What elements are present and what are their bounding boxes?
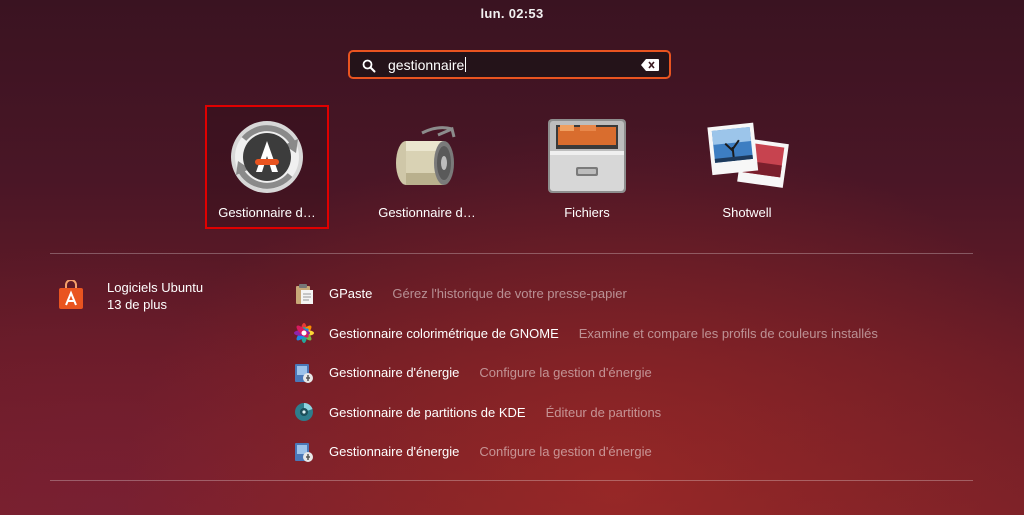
result-power-manager[interactable]: Gestionnaire d'énergie Configure la gest… bbox=[293, 353, 993, 393]
divider bbox=[50, 480, 973, 481]
clear-search-icon[interactable] bbox=[641, 59, 659, 71]
search-icon bbox=[362, 59, 376, 73]
result-name: GPaste bbox=[329, 286, 373, 302]
app-tile-files[interactable]: Fichiers bbox=[525, 105, 649, 229]
result-gpaste[interactable]: GPaste Gérez l'historique de votre press… bbox=[293, 274, 993, 314]
clipboard-icon bbox=[296, 283, 313, 304]
search-input[interactable]: gestionnaire bbox=[388, 57, 466, 73]
result-power-manager[interactable]: Gestionnaire d'énergie Configure la gest… bbox=[293, 432, 993, 472]
software-updater-icon bbox=[231, 121, 303, 193]
ubuntu-software-bag-icon bbox=[59, 280, 83, 309]
provider-name: Logiciels Ubuntu bbox=[107, 280, 204, 295]
result-name: Gestionnaire d'énergie bbox=[329, 444, 460, 460]
disk-roller-icon bbox=[396, 126, 456, 185]
divider bbox=[50, 253, 973, 254]
power-manager-icon bbox=[295, 442, 313, 462]
result-kde-partition-manager[interactable]: Gestionnaire de partitions de KDE Éditeu… bbox=[293, 393, 993, 433]
app-tile-software-updater[interactable]: Gestionnaire d… bbox=[205, 105, 329, 229]
power-manager-icon bbox=[295, 363, 313, 383]
result-description: Configure la gestion d'énergie bbox=[479, 444, 652, 460]
result-description: Configure la gestion d'énergie bbox=[479, 365, 652, 381]
result-name: Gestionnaire de partitions de KDE bbox=[329, 404, 526, 420]
color-manager-icon bbox=[294, 323, 314, 344]
file-cabinet-icon bbox=[548, 119, 626, 193]
app-label: Gestionnaire d… bbox=[378, 205, 476, 220]
photos-icon bbox=[707, 122, 789, 188]
app-label: Gestionnaire d… bbox=[218, 205, 316, 220]
search-field[interactable]: gestionnaire bbox=[348, 50, 671, 79]
app-tile-disk-manager[interactable]: Gestionnaire d… bbox=[365, 105, 489, 229]
provider-more-count[interactable]: 13 de plus bbox=[107, 297, 167, 312]
result-description: Gérez l'historique de votre presse-papie… bbox=[392, 286, 627, 302]
result-color-manager[interactable]: Gestionnaire colorimétrique de GNOME Exa… bbox=[293, 314, 993, 354]
result-description: Examine et compare les profils de couleu… bbox=[578, 325, 878, 341]
app-label: Fichiers bbox=[564, 205, 610, 220]
partition-manager-icon bbox=[295, 403, 313, 422]
result-list: GPaste Gérez l'historique de votre press… bbox=[293, 274, 993, 472]
clock[interactable]: lun. 02:53 bbox=[0, 6, 1024, 21]
app-tile-shotwell[interactable]: Shotwell bbox=[685, 105, 809, 229]
result-description: Éditeur de partitions bbox=[545, 404, 662, 420]
app-label: Shotwell bbox=[722, 205, 772, 220]
result-name: Gestionnaire colorimétrique de GNOME bbox=[329, 325, 559, 341]
app-results-grid: Gestionnaire d… Gestionnaire d… Fichiers… bbox=[0, 105, 1024, 230]
result-name: Gestionnaire d'énergie bbox=[329, 365, 460, 381]
